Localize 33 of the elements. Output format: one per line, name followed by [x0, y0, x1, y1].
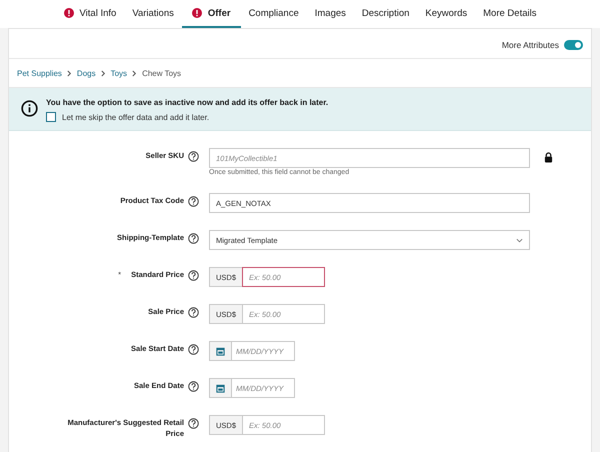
tab[interactable]: More Details	[475, 0, 544, 28]
chevron-icon	[100, 70, 106, 76]
tab[interactable]: Compliance	[240, 0, 307, 28]
notice-message: You have the option to save as inactive now and add its offer back in later.	[46, 98, 328, 107]
help-icon[interactable]	[188, 381, 199, 392]
help-icon[interactable]	[188, 270, 199, 281]
tab[interactable]: Vital Info	[56, 0, 124, 28]
tab[interactable]: Variations	[124, 0, 182, 28]
error-icon	[192, 8, 202, 18]
breadcrumb-link[interactable]: Pet Supplies	[17, 68, 62, 78]
help-icon[interactable]	[188, 233, 199, 244]
tab[interactable]: Keywords	[417, 0, 476, 28]
chevron-icon	[66, 70, 72, 76]
help-icon[interactable]	[188, 344, 199, 355]
breadcrumb-current: Chew Toys	[142, 68, 182, 78]
breadcrumb-link[interactable]: Toys	[110, 68, 128, 78]
breadcrumb-link[interactable]: Dogs	[76, 68, 96, 78]
tab[interactable]: Description	[354, 0, 418, 28]
calendar-icon[interactable]	[209, 378, 231, 398]
checkbox-label: Let me skip the offer data and add it later.	[62, 112, 210, 122]
toggle-switch[interactable]	[564, 40, 583, 50]
help-icon[interactable]	[188, 151, 199, 162]
checkbox[interactable]	[46, 112, 56, 122]
error-icon	[64, 8, 74, 18]
help-icon[interactable]	[188, 418, 199, 429]
help-icon[interactable]	[188, 196, 199, 207]
chevron-icon	[132, 70, 138, 76]
more-attributes-label: More Attributes	[502, 40, 559, 50]
chevron-down-icon	[516, 238, 523, 242]
tab[interactable]: Images	[306, 0, 354, 28]
calendar-icon[interactable]	[209, 341, 231, 361]
help-icon[interactable]	[188, 307, 199, 318]
info-icon	[21, 100, 38, 117]
